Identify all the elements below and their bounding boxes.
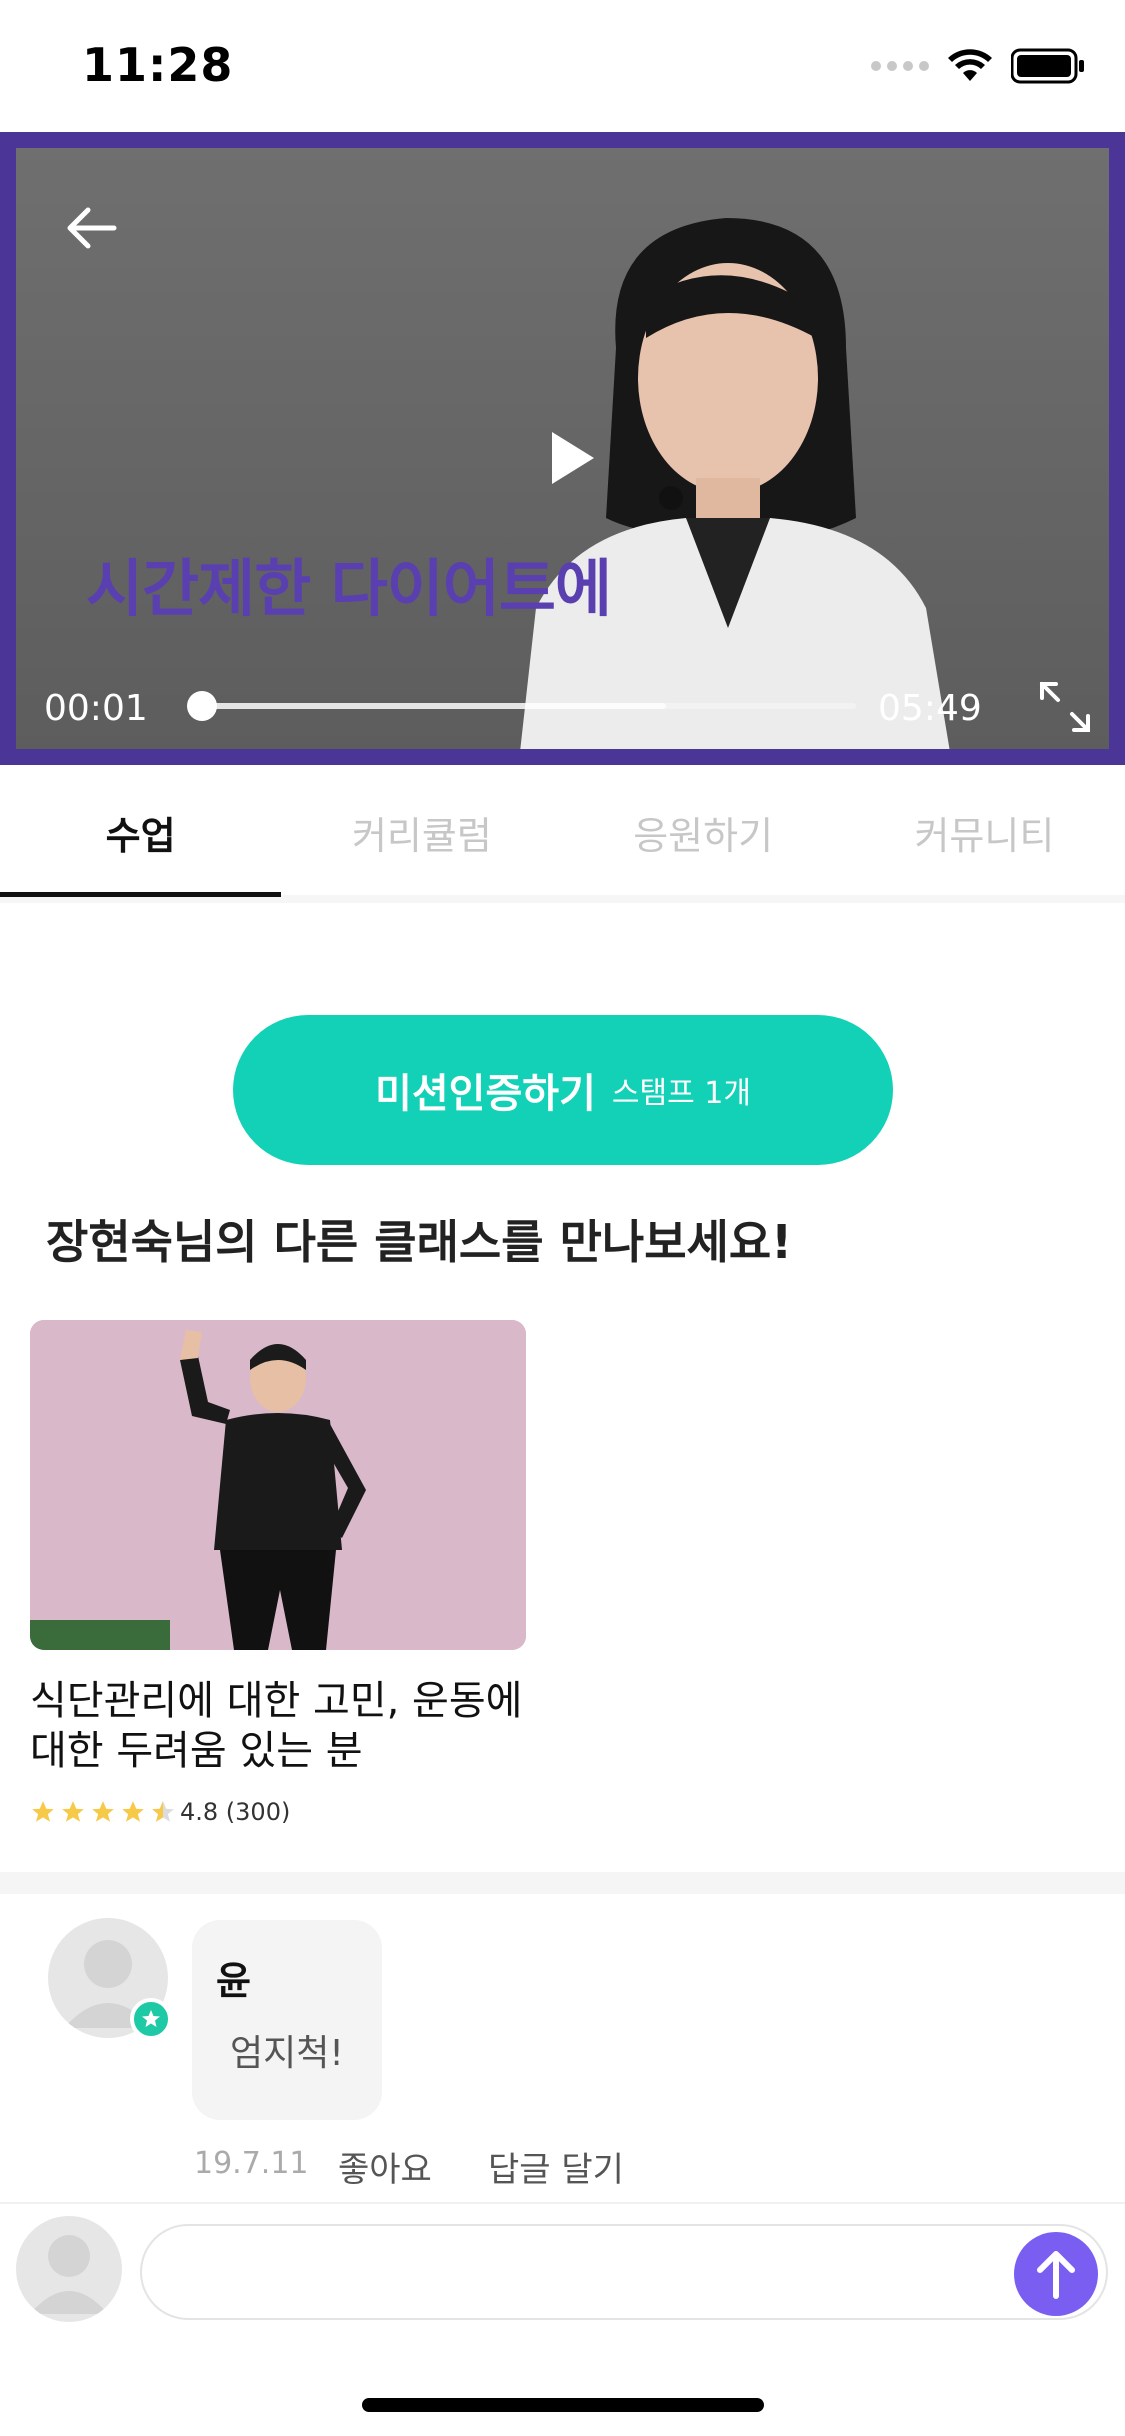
class-card[interactable]: 식단관리에 대한 고민, 운동에 대한 두려움 있는 분 4.8 (300) (30, 1320, 526, 1826)
tab-curriculum[interactable]: 커리큘럼 (281, 765, 562, 895)
comment-bubble: 윤 엄지척! (192, 1920, 382, 2120)
video-player[interactable]: 시간제한 다이어트에 00:01 05:49 (0, 132, 1125, 765)
section-divider (0, 1872, 1125, 1894)
reply-button[interactable]: 답글 달기 (488, 2142, 624, 2191)
arrow-up-icon (1037, 2251, 1075, 2299)
tab-community[interactable]: 커뮤니티 (844, 765, 1125, 895)
mission-certify-button[interactable]: 미션인증하기 스탬프 1개 (233, 1015, 893, 1165)
class-thumbnail (30, 1320, 526, 1650)
fullscreen-icon[interactable] (1038, 680, 1092, 734)
signal-icon (871, 61, 929, 71)
comment-text: 엄지척! (230, 2033, 344, 2074)
tab-cheer[interactable]: 응원하기 (563, 765, 844, 895)
mission-label: 미션인증하기 (375, 1071, 596, 1117)
mission-stamp-label: 스탬프 1개 (611, 1076, 751, 1111)
current-time: 00:01 (44, 688, 148, 729)
status-time: 11:28 (82, 38, 234, 92)
video-caption: 시간제한 다이어트에 (86, 552, 612, 625)
battery-icon (1011, 48, 1084, 84)
play-icon[interactable] (548, 430, 596, 486)
video-frame: 시간제한 다이어트에 00:01 05:49 (16, 148, 1109, 749)
seek-thumb[interactable] (186, 691, 217, 721)
seek-buffered (200, 703, 666, 709)
class-thumbnail-image (30, 1320, 526, 1650)
status-icons (871, 48, 1085, 84)
star-icon (62, 1801, 84, 1822)
user-avatar-icon (30, 2235, 108, 2314)
class-title: 식단관리에 대한 고민, 운동에 대한 두려움 있는 분 (30, 1678, 523, 1774)
comment-date: 19.7.11 (194, 2146, 309, 2181)
wifi-icon (948, 49, 992, 81)
status-bar: 11:28 (0, 0, 1125, 132)
star-icon (92, 1801, 114, 1822)
tab-bar: 수업 커리큘럼 응원하기 커뮤니티 (0, 765, 1125, 903)
total-time: 05:49 (878, 688, 982, 729)
my-avatar (16, 2216, 122, 2322)
comment-author: 윤 (216, 1959, 251, 2003)
send-button[interactable] (1014, 2232, 1098, 2316)
home-indicator (362, 2398, 764, 2412)
half-star-icon (152, 1801, 174, 1822)
seek-bar[interactable] (186, 691, 856, 721)
tab-class[interactable]: 수업 (0, 765, 282, 897)
section-title: 장현숙님의 다른 클래스를 만나보세요! (46, 1215, 793, 1269)
like-button[interactable]: 좋아요 (338, 2142, 432, 2191)
star-icon (32, 1801, 54, 1822)
verified-star-badge-icon (130, 1998, 172, 2040)
star-icon (122, 1801, 144, 1822)
class-rating: 4.8 (300) (30, 1798, 526, 1826)
back-arrow-icon[interactable] (62, 198, 122, 258)
comment-input-bar (0, 2202, 1125, 2334)
rating-text: 4.8 (300) (180, 1798, 291, 1826)
comment-input[interactable] (140, 2224, 1108, 2320)
